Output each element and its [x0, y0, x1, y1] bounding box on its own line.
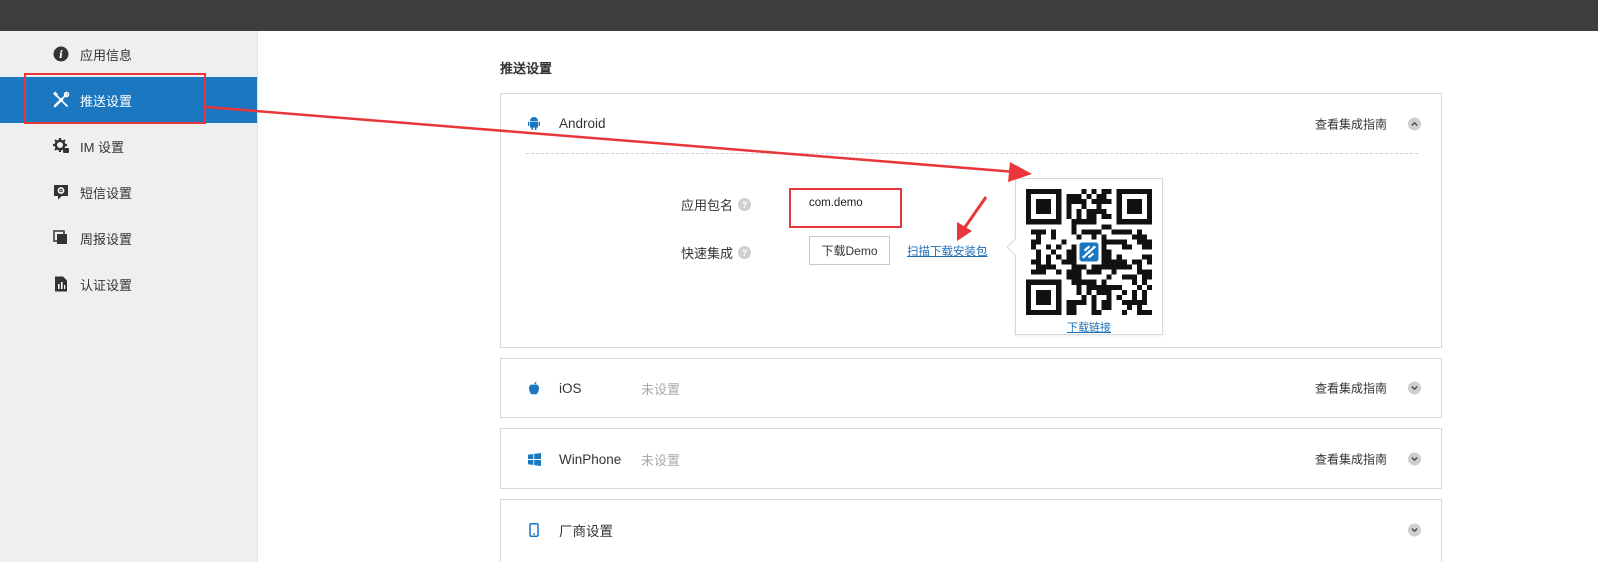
scan-download-link[interactable]: 扫描下载安装包 [907, 243, 988, 259]
sidebar-item-label: 认证设置 [80, 277, 133, 293]
sidebar-item-sms-settings[interactable]: 短信设置 [0, 169, 257, 215]
panel-ios-header[interactable]: iOS 未设置 [501, 359, 1441, 417]
download-link-caption[interactable]: 下载链接 [1016, 319, 1162, 335]
download-demo-button[interactable]: 下载Demo [809, 236, 890, 265]
panel-android-header[interactable]: Android [501, 94, 1441, 152]
platform-name: Android [559, 115, 606, 131]
annotation-box-push-settings [24, 73, 206, 124]
annotation-box-package-name [789, 188, 902, 228]
sidebar-item-im-settings[interactable]: IM 设置 [0, 123, 257, 169]
sidebar-item-auth-settings[interactable]: 认证设置 [0, 261, 257, 307]
mobile-phone-icon [527, 522, 541, 538]
platform-name: iOS [559, 380, 582, 396]
chevron-up-icon[interactable] [1408, 117, 1421, 131]
chevron-down-icon[interactable] [1408, 523, 1421, 537]
top-bar [0, 0, 1598, 31]
quick-integration-text: 快速集成 [681, 246, 734, 261]
platform-name: WinPhone [559, 452, 622, 467]
sidebar-item-label: 应用信息 [80, 47, 133, 63]
chevron-down-icon[interactable] [1408, 381, 1421, 395]
sidebar-item-label: 短信设置 [80, 185, 133, 201]
help-icon[interactable]: ? [738, 246, 752, 259]
integration-guide-link[interactable]: 查看集成指南 [1315, 116, 1387, 133]
divider [526, 153, 1418, 154]
android-icon [527, 115, 541, 131]
windows-icon [527, 452, 541, 468]
sidebar-item-weekly-report[interactable]: 周报设置 [0, 215, 257, 261]
quick-integration-label: 快速集成 ? [681, 243, 752, 262]
report-pages-icon [52, 229, 70, 247]
platform-name: 厂商设置 [559, 524, 613, 539]
panel-vendor-header[interactable]: 厂商设置 [501, 500, 1441, 560]
panel-winphone: WinPhone 未设置 查看集成指南 [500, 428, 1442, 489]
qr-code-popover: 下载链接 [1006, 178, 1163, 335]
qr-code-image [1026, 189, 1152, 315]
sms-gear-icon [52, 183, 70, 201]
chevron-down-icon[interactable] [1408, 452, 1421, 465]
panel-vendor: 厂商设置 [500, 499, 1442, 562]
certificate-doc-icon [52, 275, 70, 293]
integration-guide-link[interactable]: 查看集成指南 [1315, 450, 1387, 467]
status-text: 未设置 [641, 381, 681, 397]
sidebar-item-label: 周报设置 [80, 231, 133, 247]
qr-logo-icon [1079, 242, 1099, 262]
help-icon[interactable]: ? [738, 198, 752, 211]
gear-chat-icon [52, 137, 70, 155]
svg-text:i: i [59, 50, 63, 61]
panel-android: Android 查看集成指南 [500, 93, 1442, 348]
panel-winphone-header[interactable]: WinPhone 未设置 [501, 429, 1441, 490]
section-title: 推送设置 [500, 61, 553, 76]
apple-icon [527, 380, 541, 396]
status-text: 未设置 [641, 453, 681, 468]
info-icon: i [52, 45, 70, 63]
sidebar-item-app-info[interactable]: i 应用信息 [0, 31, 257, 77]
panel-ios: iOS 未设置 查看集成指南 [500, 358, 1442, 418]
sidebar-item-label: IM 设置 [80, 139, 125, 155]
package-name-text: 应用包名 [681, 198, 734, 213]
package-name-label: 应用包名 ? [681, 195, 752, 214]
integration-guide-link[interactable]: 查看集成指南 [1315, 380, 1387, 397]
